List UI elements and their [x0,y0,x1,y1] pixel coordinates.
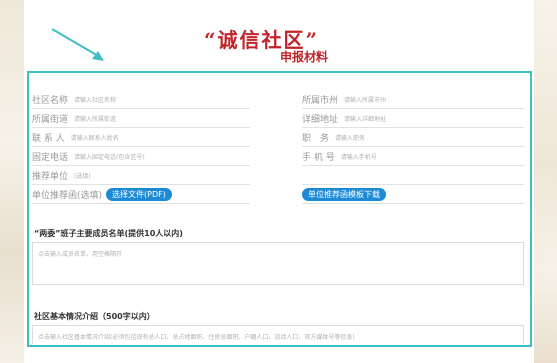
field-label: 社区名称 [32,96,69,106]
field-label: 所属市州 [302,96,339,106]
city-field[interactable]: 所属市州 请输入所属市州 [302,91,524,109]
street-field[interactable]: 所属街道 请输入所属街道 [32,110,250,128]
members-textarea[interactable]: 点击输入成员名单，用空格隔开 [32,242,524,285]
position-field[interactable]: 职 务 请输入职务 [302,129,524,147]
page-title-sub: 申报材料 [280,50,329,64]
recommending-unit-input[interactable]: (选填) [74,171,91,180]
download-template-button[interactable]: 单位推荐函模板下载 [302,188,386,201]
community-name-field[interactable]: 社区名称 请输入社区名称 [32,91,250,109]
choose-file-button[interactable]: 选择文件(PDF) [106,188,172,201]
address-field[interactable]: 详细地址 请输入详细地址 [302,110,524,128]
landline-field[interactable]: 固定电话 请输入固定电话(包含区号) [32,148,250,166]
address-input[interactable]: 请输入详细地址 [344,114,386,123]
recommending-unit-field[interactable]: 推荐单位 (选填) [32,167,250,185]
intro-section-title: 社区基本情况介绍（500字以内） [34,312,155,321]
landline-input[interactable]: 请输入固定电话(包含区号) [74,152,145,161]
contact-person-input[interactable]: 请输入联系人姓名 [71,133,119,142]
field-label: 联 系 人 [32,134,65,144]
recommendation-letter-field: 单位推荐函(选填) 选择文件(PDF) [32,186,250,204]
field-label: 固定电话 [32,153,69,163]
field-label: 详细地址 [302,115,339,125]
mobile-input[interactable]: 请输入手机号 [341,152,377,161]
decorative-arrow-icon [51,28,104,61]
page-background-right [531,0,557,363]
mobile-field[interactable]: 手 机 号 请输入手机号 [302,148,524,166]
field-label: 推荐单位 [32,172,69,182]
members-placeholder: 点击输入成员名单，用空格隔开 [38,251,123,258]
field-label: 所属街道 [32,115,69,125]
field-label: 职 务 [302,134,330,144]
contact-person-field[interactable]: 联 系 人 请输入联系人姓名 [32,129,250,147]
position-input[interactable]: 请输入职务 [335,133,365,142]
community-name-input[interactable]: 请输入社区名称 [74,95,116,104]
field-label: 单位推荐函(选填) [32,191,103,201]
template-download-row: 单位推荐函模板下载 [302,186,524,204]
intro-textarea[interactable]: 点击输入社区基本情况介绍(必须包括现有总人口、总占地面积、住房总面积、户籍人口、… [32,325,524,344]
city-input[interactable]: 请输入所属市州 [344,95,386,104]
empty-row [302,167,524,185]
street-input[interactable]: 请输入所属街道 [74,114,116,123]
members-section-title: “两委”班子主要成员名单(提供10人以内) [34,229,183,238]
field-label: 手 机 号 [302,153,335,163]
intro-placeholder: 点击输入社区基本情况介绍(必须包括现有总人口、总占地面积、住房总面积、户籍人口、… [38,334,355,341]
page-title: “诚信社区” 申报材料 [204,24,364,72]
